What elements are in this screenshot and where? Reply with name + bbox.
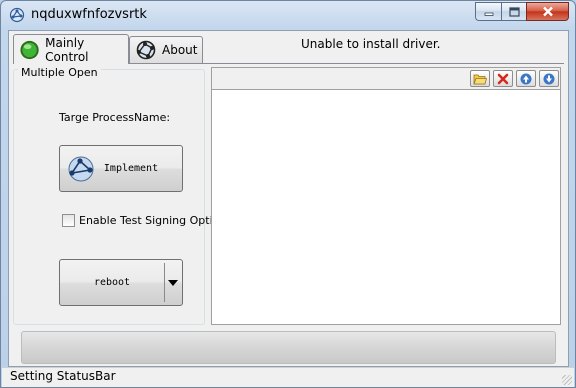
move-down-button[interactable] [539, 70, 559, 87]
main-window: nqduxwfnfozvsrtk Mainly Control About Un… [0, 0, 576, 388]
green-circle-icon [20, 40, 39, 59]
title-bar[interactable]: nqduxwfnfozvsrtk [1, 1, 575, 29]
open-folder-button[interactable] [470, 70, 490, 87]
status-bar-text: Setting StatusBar [10, 369, 116, 383]
move-up-button[interactable] [516, 70, 536, 87]
network-nodes-icon [68, 156, 94, 182]
test-signing-label: Enable Test Signing Option [79, 214, 227, 227]
split-divider [164, 263, 165, 302]
window-title: nqduxwfnfozvsrtk [31, 7, 147, 22]
dropdown-arrow-icon[interactable] [168, 280, 178, 286]
test-signing-checkbox[interactable] [62, 214, 75, 227]
group-title: Multiple Open [18, 66, 101, 79]
list-toolbar [211, 67, 561, 89]
tab-label-about: About [162, 43, 198, 57]
status-bar: Setting StatusBar [2, 367, 574, 387]
open-folder-icon [473, 74, 487, 84]
target-process-label: Targe ProcessName: [59, 111, 171, 124]
test-signing-checkbox-row[interactable]: Enable Test Signing Option [62, 214, 226, 227]
status-message: Unable to install driver. [301, 37, 441, 51]
implement-button[interactable]: Implement [59, 145, 183, 192]
progress-bar [21, 331, 556, 364]
reboot-split-button[interactable]: reboot [59, 259, 183, 306]
close-button[interactable] [526, 2, 569, 21]
maximize-button[interactable] [501, 2, 526, 21]
delete-icon [497, 73, 509, 84]
tab-mainly-control[interactable]: Mainly Control [13, 34, 129, 64]
reboot-label: reboot [93, 277, 131, 288]
implement-label: Implement [103, 163, 159, 174]
minimize-icon [484, 12, 493, 16]
tab-about[interactable]: About [129, 36, 203, 63]
tab-label-mainly-control: Mainly Control [45, 35, 89, 64]
move-down-icon [543, 73, 555, 84]
delete-button[interactable] [493, 70, 513, 87]
maximize-icon [508, 6, 520, 17]
process-list[interactable] [211, 89, 561, 325]
resize-grip-icon[interactable] [562, 375, 572, 385]
app-icon [9, 7, 25, 23]
caption-buttons [475, 2, 569, 21]
minimize-button[interactable] [475, 2, 501, 21]
client-area: Mainly Control About Unable to install d… [8, 30, 569, 367]
network-globe-icon [136, 40, 156, 60]
close-icon [542, 6, 553, 17]
move-up-icon [520, 73, 532, 84]
